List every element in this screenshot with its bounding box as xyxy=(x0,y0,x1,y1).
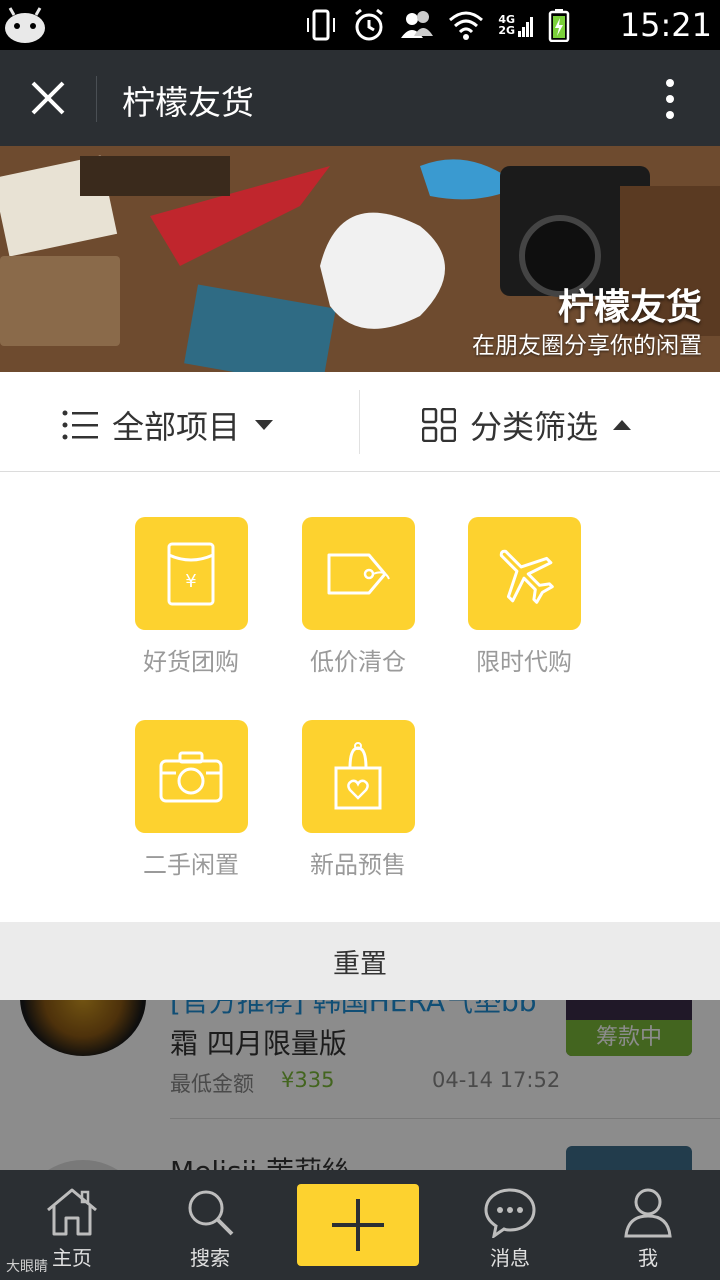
category-tile xyxy=(301,517,415,630)
vibrate-icon xyxy=(307,9,336,41)
search-icon xyxy=(188,1190,234,1236)
alarm-icon xyxy=(355,8,384,41)
battery-icon xyxy=(548,9,570,42)
tab-label: 搜索 xyxy=(190,1246,230,1270)
close-icon[interactable] xyxy=(28,78,68,118)
overlay-dim[interactable] xyxy=(0,1000,720,1170)
banner-title: 柠檬友货 xyxy=(557,287,702,328)
category-filter-label: 分类筛选 xyxy=(470,408,599,446)
tab-search[interactable]: 搜索 xyxy=(150,1170,270,1280)
all-items-filter[interactable]: 全部项目 xyxy=(62,402,274,448)
category-label: 二手闲置 xyxy=(143,851,239,879)
category-label: 限时代购 xyxy=(476,648,572,676)
svg-text:¥: ¥ xyxy=(185,571,196,592)
wifi-icon xyxy=(449,11,484,40)
plus-icon xyxy=(332,1199,384,1251)
category-label: 低价清仓 xyxy=(310,648,406,676)
caret-down-icon xyxy=(255,420,274,430)
caret-up-icon xyxy=(613,420,632,430)
category-label: 新品预售 xyxy=(310,851,406,879)
category-tile: ¥ xyxy=(134,517,248,630)
category-clearance[interactable]: 低价清仓 xyxy=(283,517,433,677)
page-title: 柠檬友货 xyxy=(122,83,254,122)
contacts-icon xyxy=(401,11,434,38)
category-second-hand[interactable]: 二手闲置 xyxy=(116,720,266,880)
watermark: 大眼睛 xyxy=(6,1259,48,1275)
publish-button[interactable] xyxy=(297,1184,419,1266)
category-label: 好货团购 xyxy=(143,648,239,676)
status-bar: 4G 2G 15:21 xyxy=(0,0,720,50)
tab-messages[interactable]: 消息 xyxy=(450,1170,570,1280)
price-tag-icon xyxy=(327,553,390,594)
filter-divider xyxy=(359,390,360,454)
category-presale[interactable]: 新品预售 xyxy=(283,720,433,880)
grid-icon xyxy=(422,408,456,442)
list-icon xyxy=(62,410,98,440)
category-proxy-buy[interactable]: 限时代购 xyxy=(449,517,599,677)
all-items-label: 全部项目 xyxy=(112,408,241,446)
airplane-icon xyxy=(499,549,554,604)
tab-label: 我 xyxy=(638,1246,658,1270)
banner-subtitle: 在朋友圈分享你的闲置 xyxy=(472,333,702,359)
category-group-buy[interactable]: ¥ 好货团购 xyxy=(116,517,266,677)
bottom-tab-bar: 主页 搜索 消息 我 xyxy=(0,1170,720,1280)
promo-banner[interactable]: 柠檬友货 在朋友圈分享你的闲置 xyxy=(0,146,720,372)
camera-icon xyxy=(159,751,223,802)
category-tile xyxy=(134,720,248,833)
category-tile xyxy=(467,517,581,630)
title-divider xyxy=(96,76,97,122)
network-indicator: 4G 2G xyxy=(498,13,534,37)
tab-me[interactable]: 我 xyxy=(588,1170,708,1280)
android-icon xyxy=(5,7,45,43)
home-icon xyxy=(47,1188,97,1236)
signal-icon xyxy=(518,17,533,37)
title-bar: 柠檬友货 xyxy=(0,50,720,146)
network-2g-label: 2G xyxy=(498,24,515,37)
more-options-icon[interactable] xyxy=(664,78,676,120)
user-icon xyxy=(624,1188,672,1238)
chat-icon xyxy=(484,1188,536,1238)
shopping-bag-heart-icon xyxy=(334,741,382,809)
category-tile xyxy=(301,720,415,833)
filter-bar: 全部项目 分类筛选 xyxy=(0,372,720,472)
category-filter[interactable]: 分类筛选 xyxy=(422,402,632,448)
red-envelope-icon: ¥ xyxy=(167,542,215,605)
reset-button[interactable]: 重置 xyxy=(0,922,720,1000)
tab-label: 消息 xyxy=(490,1246,530,1270)
category-panel: ¥ 好货团购 低价清仓 限时代购 二手闲置 新品预售 xyxy=(0,472,720,922)
clock: 15:21 xyxy=(619,6,712,44)
